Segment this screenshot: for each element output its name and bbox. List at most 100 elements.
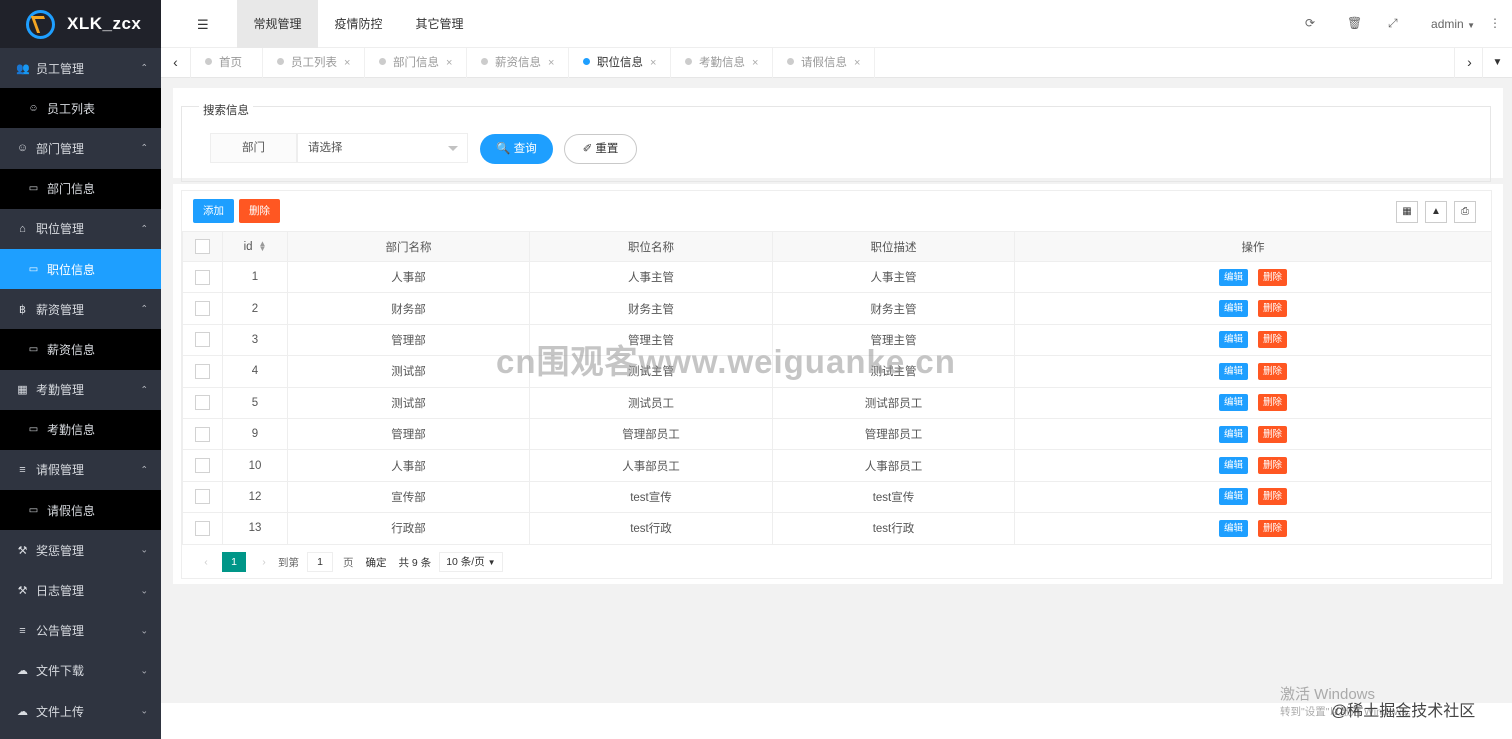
sidebar-group-label: 日志管理 — [36, 584, 85, 599]
edit-button[interactable]: 编辑 — [1218, 300, 1248, 318]
close-icon[interactable]: × — [344, 57, 350, 69]
edit-button[interactable]: 编辑 — [1218, 268, 1248, 286]
sidebar-item[interactable]: ☺ 员工列表 — [0, 88, 161, 129]
delete-button[interactable]: 删除 — [1258, 519, 1288, 537]
page-tab[interactable]: 薪资信息 × — [467, 48, 569, 78]
row-checkbox[interactable] — [195, 426, 210, 442]
select-all-cell[interactable] — [182, 231, 223, 262]
sidebar-item[interactable]: ▭ 薪资信息 — [0, 329, 161, 370]
print-icon[interactable]: ⎙ — [1454, 201, 1476, 223]
user-menu[interactable]: admin ▼ — [1431, 17, 1475, 31]
current-page[interactable]: 1 — [222, 552, 246, 572]
sidebar-item[interactable]: ▭ 请假信息 — [0, 490, 161, 531]
sidebar-group[interactable]: ≡ 公告管理 ⌄ — [0, 611, 161, 651]
dept-filter-select[interactable]: 请选择 — [297, 133, 468, 163]
close-icon[interactable]: × — [548, 57, 554, 69]
row-select-cell[interactable] — [182, 480, 223, 514]
top-tab-regular[interactable]: 常规管理 — [237, 0, 318, 48]
refresh-icon[interactable]: ⟳ — [1305, 16, 1315, 30]
tab-scroll-right-icon[interactable]: › — [1454, 48, 1484, 78]
top-tab-other[interactable]: 其它管理 — [399, 0, 480, 48]
col-id[interactable]: id ▲ ▼ — [222, 231, 288, 262]
sidebar-group[interactable]: ☁ 文件上传 ⌄ — [0, 691, 161, 731]
sidebar-item[interactable]: ▭ 考勤信息 — [0, 409, 161, 450]
row-select-cell[interactable] — [182, 260, 223, 294]
edit-button[interactable]: 编辑 — [1218, 425, 1248, 443]
delete-button[interactable]: 删除 — [1258, 300, 1288, 318]
page-tab[interactable]: 首页 — [191, 48, 263, 78]
delete-button[interactable]: 删除 — [1258, 457, 1288, 475]
tab-scroll-left-icon[interactable]: ‹ — [161, 48, 191, 78]
sidebar-group[interactable]: ☁ 文件下载 ⌄ — [0, 651, 161, 691]
close-icon[interactable]: × — [446, 57, 452, 69]
row-checkbox[interactable] — [195, 520, 210, 536]
close-icon[interactable]: × — [752, 57, 758, 69]
columns-filter-icon[interactable]: ▦ — [1396, 201, 1418, 223]
row-checkbox[interactable] — [195, 363, 210, 379]
edit-button[interactable]: 编辑 — [1218, 488, 1248, 506]
row-checkbox[interactable] — [195, 489, 210, 505]
edit-button[interactable]: 编辑 — [1218, 394, 1248, 412]
next-page-icon[interactable]: › — [254, 556, 274, 568]
tab-menu-icon[interactable]: ▼ — [1482, 48, 1512, 78]
export-icon[interactable]: ▲ — [1425, 201, 1447, 223]
delete-button[interactable]: 删除 — [1258, 331, 1288, 349]
batch-delete-button[interactable]: 删除 — [239, 199, 280, 223]
row-select-cell[interactable] — [182, 417, 223, 451]
delete-button[interactable]: 删除 — [1258, 488, 1288, 506]
top-tab-epidemic[interactable]: 疫情防控 — [318, 0, 399, 48]
row-select-cell[interactable] — [182, 292, 223, 325]
row-select-cell[interactable] — [182, 386, 223, 419]
sidebar-item[interactable]: ▭ 职位信息 — [0, 248, 161, 290]
prev-page-icon[interactable]: ‹ — [196, 556, 216, 568]
page-size-select[interactable]: 10 条/页 ▼ — [439, 552, 503, 572]
row-select-cell[interactable] — [182, 512, 223, 545]
reset-button[interactable]: ✐ 重置 — [564, 134, 637, 164]
row-select-cell[interactable] — [182, 449, 223, 482]
add-button[interactable]: 添加 — [193, 199, 234, 223]
logo[interactable]: XLK_zcx — [0, 0, 161, 48]
row-checkbox[interactable] — [195, 458, 210, 474]
delete-button[interactable]: 删除 — [1258, 425, 1288, 443]
query-button[interactable]: 🔍 查询 — [480, 134, 553, 164]
sidebar-group[interactable]: ⚒ 日志管理 ⌄ — [0, 570, 161, 610]
sidebar-group[interactable]: ฿ 薪资管理 ⌃ — [0, 289, 161, 329]
sidebar-group[interactable]: ⚒ 奖惩管理 ⌄ — [0, 530, 161, 570]
sidebar-group[interactable]: ⌂ 职位管理 ⌃ — [0, 209, 161, 249]
calendar-icon: ▦ — [17, 384, 28, 397]
page-tab[interactable]: 员工列表 × — [263, 48, 365, 78]
sidebar-item[interactable]: ▭ 部门信息 — [0, 168, 161, 209]
delete-button[interactable]: 删除 — [1258, 362, 1288, 380]
delete-button[interactable]: 删除 — [1258, 394, 1288, 412]
row-select-cell[interactable] — [182, 323, 223, 357]
edit-button[interactable]: 编辑 — [1218, 331, 1248, 349]
select-all-checkbox[interactable] — [195, 239, 210, 254]
sidebar-group[interactable]: 👥 员工管理 ⌃ — [0, 48, 161, 88]
edit-button[interactable]: 编辑 — [1218, 362, 1248, 380]
close-icon[interactable]: × — [854, 57, 860, 69]
trash-icon[interactable]: 🗑 — [1347, 16, 1362, 30]
more-icon[interactable]: ⋮ — [1489, 16, 1501, 30]
edit-button[interactable]: 编辑 — [1218, 519, 1248, 537]
row-checkbox[interactable] — [195, 332, 210, 348]
close-icon[interactable]: × — [650, 57, 656, 69]
page-tab[interactable]: 部门信息 × — [365, 48, 467, 78]
sidebar-group-label: 文件下载 — [36, 664, 85, 679]
sort-icon[interactable]: ▲ ▼ — [259, 240, 267, 253]
row-checkbox[interactable] — [195, 395, 210, 411]
fullscreen-icon[interactable]: ⤢ — [1388, 16, 1398, 31]
row-checkbox[interactable] — [195, 269, 210, 285]
menu-toggle-icon[interactable]: ☰ — [197, 17, 209, 33]
page-tab[interactable]: 请假信息 × — [773, 48, 875, 78]
edit-button[interactable]: 编辑 — [1218, 457, 1248, 475]
page-tab[interactable]: 职位信息 × — [569, 48, 671, 78]
goto-page-input[interactable]: 1 — [307, 552, 333, 572]
row-select-cell[interactable] — [182, 355, 223, 388]
sidebar-group[interactable]: ▦ 考勤管理 ⌃ — [0, 370, 161, 410]
row-checkbox[interactable] — [195, 301, 210, 317]
sidebar-group[interactable]: ☺ 部门管理 ⌃ — [0, 128, 161, 168]
delete-button[interactable]: 删除 — [1258, 268, 1288, 286]
goto-confirm-button[interactable]: 确定 — [366, 555, 387, 570]
sidebar-group[interactable]: ≡ 请假管理 ⌃ — [0, 450, 161, 490]
page-tab[interactable]: 考勤信息 × — [671, 48, 773, 78]
